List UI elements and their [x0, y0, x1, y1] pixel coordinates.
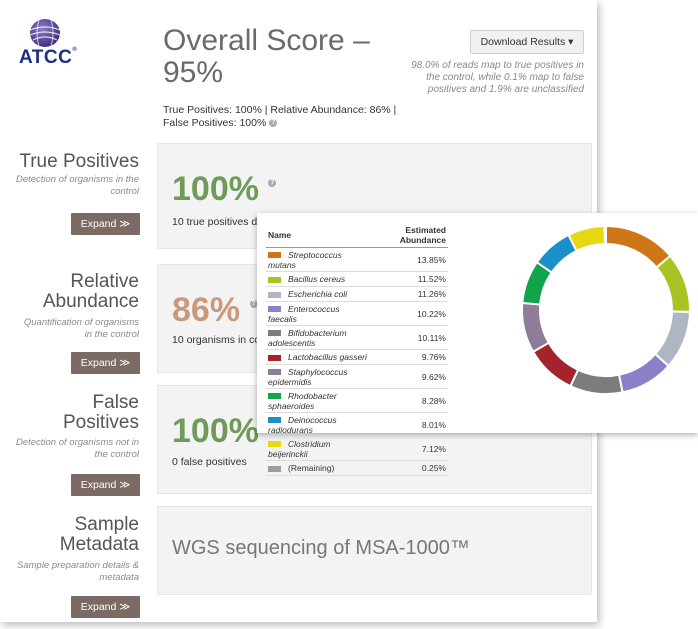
header-name: Name	[266, 223, 372, 248]
abundance-table: Name Estimated Abundance Streptococcus m…	[266, 223, 448, 476]
true-positives-sub: 10 true positives d	[172, 216, 258, 228]
help-icon[interactable]: ?	[269, 119, 278, 128]
donut-slice[interactable]	[569, 368, 624, 395]
relative-abundance-sub: 10 organisms in co	[172, 334, 261, 346]
abundance-value: 8.28%	[371, 388, 448, 413]
logo-text: ATCC	[19, 47, 73, 68]
legend-swatch	[268, 393, 281, 400]
true-positives-score: 100% ?	[172, 170, 277, 208]
legend-swatch	[268, 330, 281, 337]
organism-name: (Remaining)	[288, 463, 335, 473]
table-row: Staphylococcus epidermidis 9.62%	[266, 364, 448, 389]
organism-name-cell: Bifidobacterium adolescentis	[266, 325, 372, 350]
abundance-value: 10.22%	[371, 301, 448, 326]
true-positives-expand-button[interactable]: Expand ≫	[71, 213, 140, 235]
abundance-value: 11.52%	[371, 271, 448, 287]
table-row: Enterococcus faecalis 10.22%	[266, 301, 448, 326]
overall-score-title: Overall Score – 95%	[163, 24, 370, 89]
organism-name-cell: Lactobacillus gasseri	[266, 349, 372, 365]
donut-slice[interactable]	[531, 341, 580, 388]
organism-name-cell: Escherichia coli	[266, 286, 372, 302]
donut-slice[interactable]	[655, 254, 691, 313]
legend-swatch	[268, 306, 281, 313]
relative-abundance-expand-button[interactable]: Expand ≫	[71, 352, 140, 374]
sample-metadata-expand-button[interactable]: Expand ≫	[71, 596, 140, 618]
false-positives-title: False Positives	[62, 392, 139, 433]
legend-swatch	[268, 276, 281, 283]
sample-metadata-panel: WGS sequencing of MSA-1000™	[157, 506, 592, 595]
abundance-value: 13.85%	[371, 247, 448, 272]
table-row: Bacillus cereus 11.52%	[266, 271, 448, 287]
organism-name-cell: Deinococcus radiodurans	[266, 412, 372, 437]
legend-swatch	[268, 465, 281, 472]
overall-subtitle-text: True Positives: 100% | Relative Abundanc…	[163, 104, 397, 129]
relative-abundance-pct: 86%	[172, 291, 241, 329]
sample-metadata-title: Sample Metadata	[59, 514, 139, 555]
help-icon[interactable]: ?	[268, 179, 277, 187]
donut-slice[interactable]	[603, 224, 607, 246]
abundance-value: 0.25%	[371, 460, 448, 476]
download-results-button[interactable]: Download Results ▾	[470, 30, 584, 54]
false-positives-expand-button[interactable]: Expand ≫	[71, 474, 140, 496]
organism-name-cell: Clostridium beijerinckii	[266, 436, 372, 461]
true-positives-pct: 100%	[172, 170, 259, 208]
legend-swatch	[268, 441, 281, 448]
table-row: Deinococcus radiodurans 8.01%	[266, 412, 448, 437]
registered-mark: ®	[72, 47, 78, 53]
false-positives-sub: 0 false positives	[172, 456, 247, 468]
donut-slice[interactable]	[617, 352, 670, 394]
table-row: Streptococcus mutans 13.85%	[266, 247, 448, 272]
atcc-logo: ATCC®	[19, 18, 77, 69]
table-row: Rhodobacter sphaeroides 8.28%	[266, 388, 448, 413]
table-row: Lactobacillus gasseri 9.76%	[266, 349, 448, 365]
sample-metadata-desc: Sample preparation details & metadata	[17, 560, 139, 583]
table-header-row: Name Estimated Abundance	[266, 223, 448, 248]
header-abundance: Estimated Abundance	[371, 223, 448, 248]
organism-name-cell: Staphylococcus epidermidis	[266, 364, 372, 389]
atcc-globe-icon	[29, 19, 61, 47]
donut-slice[interactable]	[605, 224, 672, 269]
relative-abundance-desc: Quantification of organisms in the contr…	[23, 317, 139, 340]
abundance-value: 9.62%	[371, 364, 448, 389]
abundance-value: 9.76%	[371, 349, 448, 365]
abundance-popup: Name Estimated Abundance Streptococcus m…	[257, 213, 698, 476]
table-row: Clostridium beijerinckii 7.12%	[266, 436, 448, 461]
organism-name: Lactobacillus gasseri	[288, 352, 367, 362]
organism-name: Bacillus cereus	[288, 274, 346, 284]
legend-swatch	[268, 252, 281, 259]
organism-name-cell: Bacillus cereus	[266, 271, 372, 287]
organism-name-cell: Rhodobacter sphaeroides	[266, 388, 372, 413]
sample-metadata-value: WGS sequencing of MSA-1000™	[172, 537, 470, 559]
legend-swatch	[268, 354, 281, 361]
relative-abundance-title: Relative Abundance	[42, 271, 139, 312]
false-positives-desc: Detection of organisms not in the contro…	[15, 437, 139, 460]
donut-slice[interactable]	[567, 224, 606, 253]
relative-abundance-score: 86% ?	[172, 292, 258, 328]
table-row: Bifidobacterium adolescentis 10.11%	[266, 325, 448, 350]
organism-name-cell: Enterococcus faecalis	[266, 301, 372, 326]
false-positives-pct: 100%	[172, 412, 259, 450]
donut-slice[interactable]	[521, 301, 551, 354]
legend-swatch	[268, 417, 281, 424]
abundance-donut-chart	[521, 224, 692, 395]
table-row: Escherichia coli 11.26%	[266, 286, 448, 302]
abundance-value: 7.12%	[371, 436, 448, 461]
organism-name: Escherichia coli	[288, 289, 348, 299]
table-row: (Remaining) 0.25%	[266, 460, 448, 476]
overall-score-subtitle: True Positives: 100% | Relative Abundanc…	[163, 104, 403, 130]
organism-name-cell: Streptococcus mutans	[266, 247, 372, 272]
abundance-value: 8.01%	[371, 412, 448, 437]
legend-swatch	[268, 291, 281, 298]
abundance-value: 10.11%	[371, 325, 448, 350]
true-positives-title: True Positives	[19, 151, 139, 172]
overall-note: 98.0% of reads map to true positives in …	[411, 60, 584, 95]
legend-swatch	[268, 369, 281, 376]
true-positives-desc: Detection of organisms in the control	[15, 174, 139, 197]
abundance-value: 11.26%	[371, 286, 448, 302]
organism-name-cell: (Remaining)	[266, 460, 372, 476]
